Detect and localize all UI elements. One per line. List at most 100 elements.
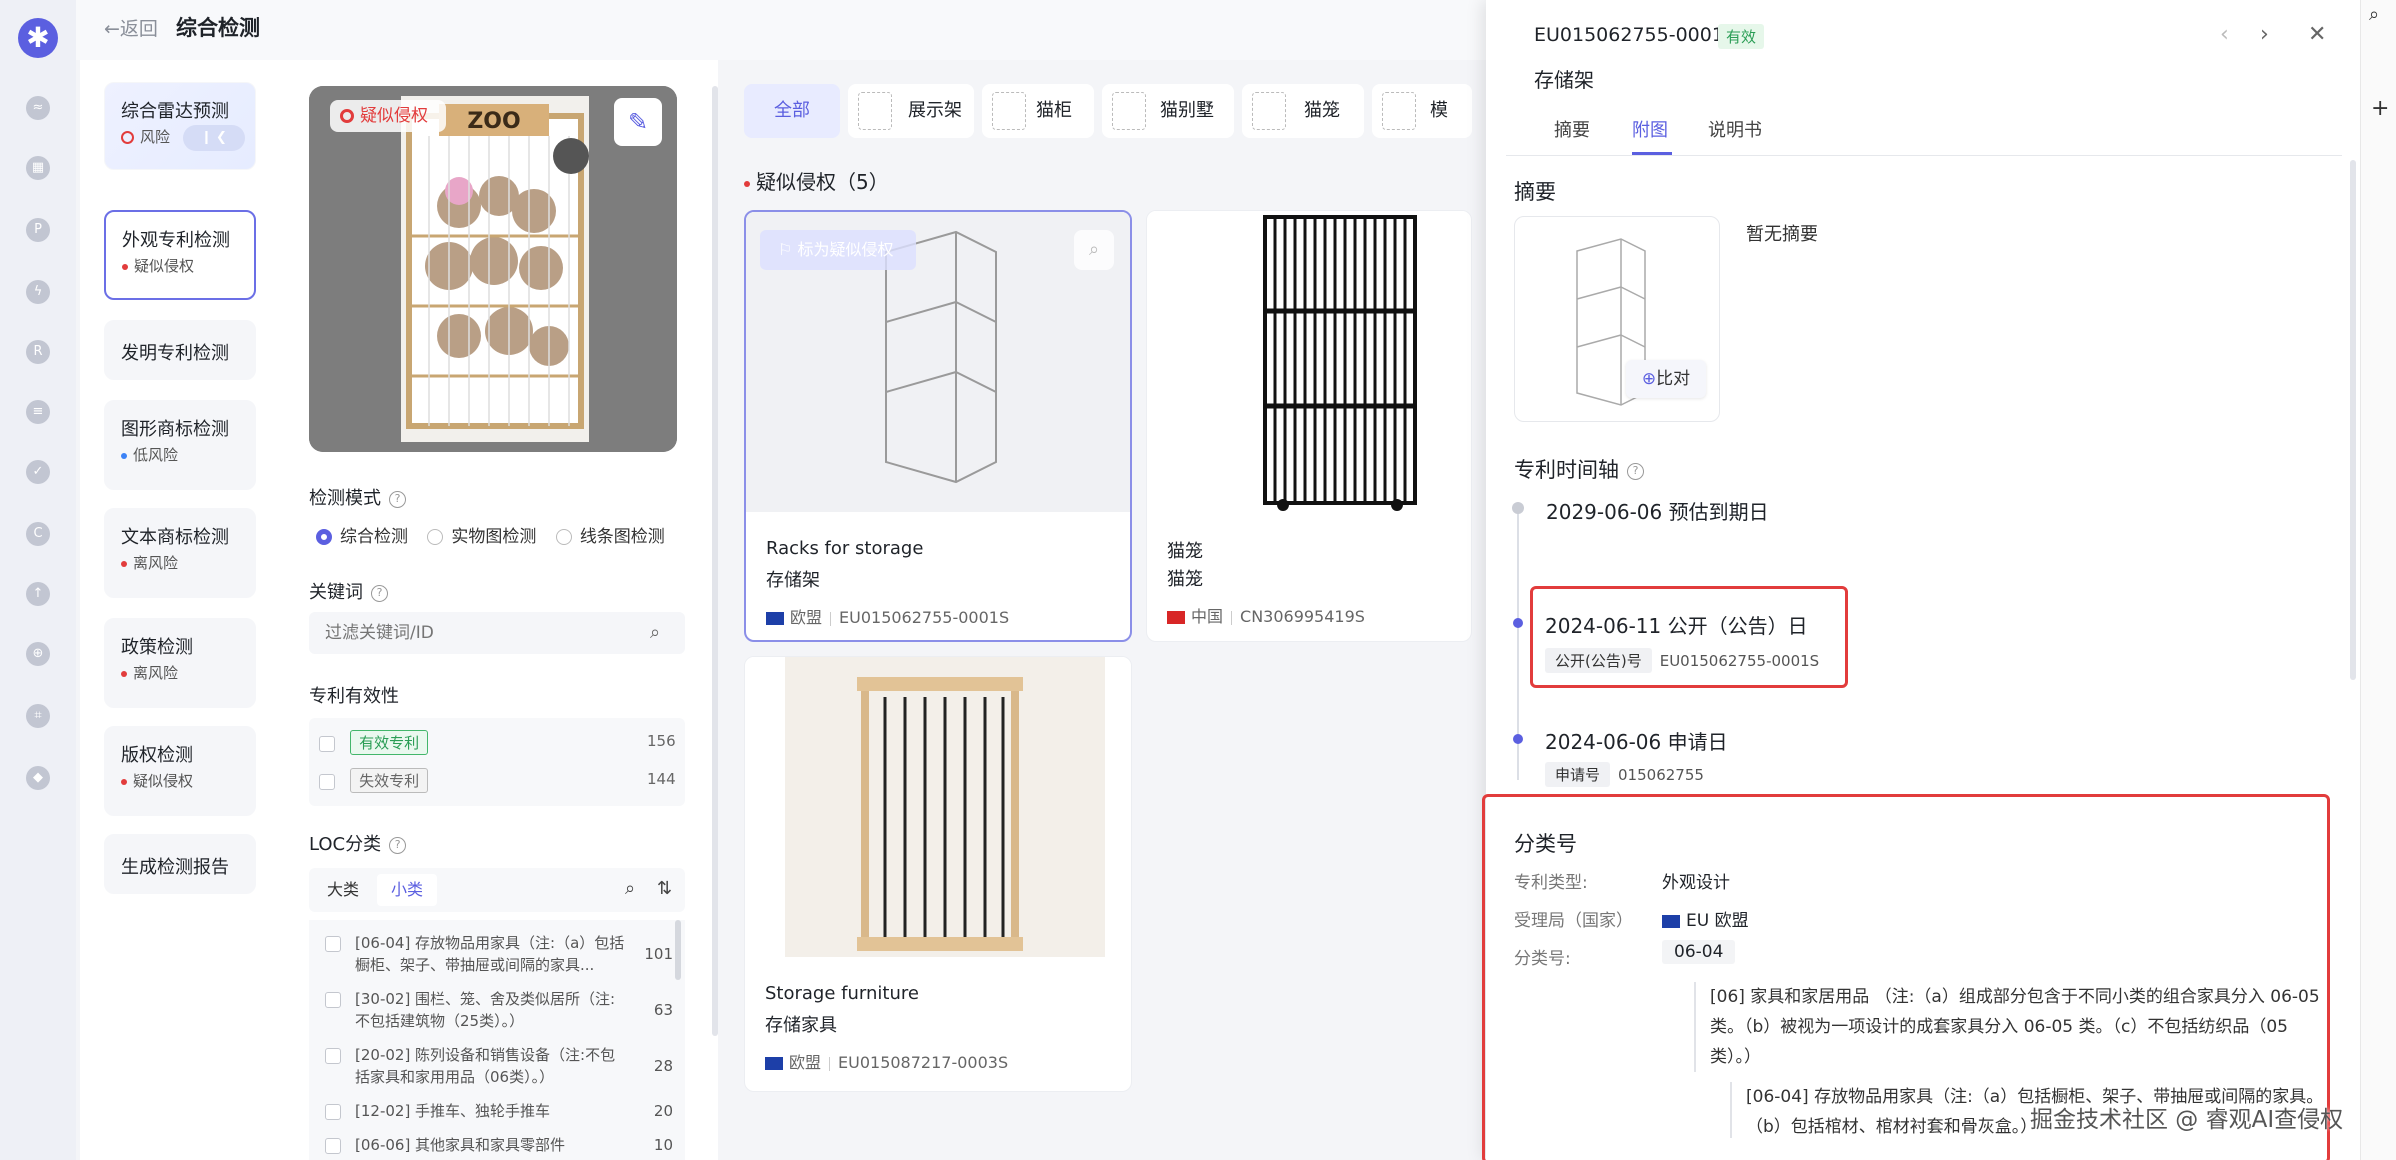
risk-dot <box>121 131 134 144</box>
cls-key: 分类号: <box>1514 949 1571 969</box>
chip-cat-cage[interactable]: 猫笼 <box>1242 84 1364 138</box>
chip-more[interactable]: 模 <box>1372 84 1472 138</box>
help-icon[interactable]: ? <box>1627 462 1644 480</box>
checkbox[interactable] <box>325 1138 341 1154</box>
detection-design-patent[interactable]: 外观专利检测 疑似侵权 <box>104 210 256 300</box>
keyword-search-input[interactable] <box>309 612 685 654</box>
eu-flag-icon <box>766 612 784 625</box>
validity-valid-row[interactable]: 有效专利 <box>319 730 429 755</box>
apps-icon[interactable]: ▦ <box>26 156 50 180</box>
chip-cat-cabinet[interactable]: 猫柜 <box>982 84 1094 138</box>
radio-composite[interactable]: 综合检测 <box>316 527 408 547</box>
checkbox[interactable] <box>325 1104 341 1120</box>
loc-tab-minor[interactable]: 小类 <box>377 874 438 906</box>
detection-invention-patent[interactable]: 发明专利检测 <box>104 320 256 380</box>
detection-policy[interactable]: 政策检测 离风险 <box>104 618 256 708</box>
r-icon[interactable]: R <box>26 340 50 364</box>
result-card-2[interactable]: 猫笼 猫笼 中国 CN306995419S <box>1146 210 1472 642</box>
chip-all[interactable]: 全部 <box>744 84 840 138</box>
help-icon[interactable]: ? <box>389 836 407 854</box>
mode-label: 检测模式? <box>309 484 406 510</box>
card-meta: 欧盟 EU015087217-0003S <box>765 1049 1008 1073</box>
right-edge-panel: ⌕ + <box>2360 0 2396 1160</box>
radio-physical[interactable]: 实物图检测 <box>427 527 536 547</box>
add-icon[interactable]: + <box>2371 96 2389 121</box>
timeline-expiry: 2029-06-06 预估到期日 <box>1546 500 1769 524</box>
timeline-application: 2024-06-06 申请日 <box>1545 730 1728 754</box>
checkbox[interactable] <box>325 936 341 952</box>
search-icon[interactable]: ⌕ <box>650 622 660 643</box>
detection-copyright[interactable]: 版权检测 疑似侵权 <box>104 726 256 816</box>
risk-dot <box>121 778 127 785</box>
filter-scrollbar[interactable] <box>712 86 718 1036</box>
zoo-sign: ZOO <box>467 109 520 134</box>
magic-wand-icon[interactable]: ✎ <box>614 98 662 146</box>
status-badge: 有效 <box>1718 24 1765 49</box>
drawer-scrollbar[interactable] <box>2350 160 2356 680</box>
validity-invalid-row[interactable]: 失效专利 <box>319 768 429 793</box>
timeline-publication: 2024-06-11 公开（公告）日 <box>1545 614 1808 638</box>
cls-code: 06-04 <box>1662 940 1736 964</box>
loc-scrollbar[interactable] <box>675 920 681 980</box>
zoom-icon[interactable]: ⊕ <box>26 642 50 666</box>
next-icon[interactable]: › <box>2260 22 2269 47</box>
upload-icon[interactable]: ↑ <box>26 582 50 606</box>
search-icon[interactable]: ⌕ <box>625 878 635 899</box>
card-title-en: Storage furniture <box>765 983 919 1004</box>
loc-item-text: [12-02] 手推车、独轮手推车 <box>355 1102 551 1120</box>
app-logo-icon[interactable]: ✱ <box>18 18 58 58</box>
page-title: 综合检测 <box>176 16 260 40</box>
detection-name: 图形商标检测 <box>121 419 229 440</box>
mark-suspected-button[interactable]: ⚐ 标为疑似侵权 <box>760 230 916 270</box>
c-icon[interactable]: C <box>26 522 50 546</box>
prev-icon[interactable]: ‹ <box>2220 22 2229 47</box>
loc-item-count: 63 <box>653 1001 673 1019</box>
cls-value: 外观设计 <box>1662 873 1730 893</box>
collapse-toggle-icon[interactable]: ❙ ❮ <box>183 125 245 151</box>
help-icon[interactable]: ? <box>389 490 406 508</box>
checkbox[interactable] <box>319 735 335 752</box>
publication-number: 公开(公告)号 EU015062755-0001S <box>1545 648 1819 673</box>
detection-logo-trademark[interactable]: 图形商标检测 低风险 <box>104 400 256 490</box>
search-icon[interactable]: ⌕ <box>2369 4 2379 25</box>
compare-button[interactable]: ⊕比对 <box>1626 360 1706 398</box>
chip-cat-villa[interactable]: 猫别墅 <box>1102 84 1234 138</box>
card-image <box>745 657 1131 957</box>
checkbox[interactable] <box>325 992 341 1008</box>
sort-icon[interactable]: ⇅ <box>657 878 672 899</box>
back-link[interactable]: ←返回 <box>104 14 158 41</box>
detection-text-trademark[interactable]: 文本商标检测 离风险 <box>104 508 256 598</box>
loc-item-text: [20-02] 陈列设备和销售设备（注:不包括家具和家用用品（06类）。） <box>355 1046 616 1086</box>
checkbox[interactable] <box>319 773 335 790</box>
shield-icon[interactable]: ✓ <box>26 460 50 484</box>
close-icon[interactable]: ✕ <box>2308 22 2326 47</box>
eu-flag-icon <box>765 1057 783 1070</box>
detection-report[interactable]: 生成检测报告 <box>104 834 256 894</box>
cn-flag-icon <box>1167 611 1185 624</box>
risk-dot <box>122 263 128 270</box>
timeline-dot <box>1513 618 1523 628</box>
detection-name: 生成检测报告 <box>121 857 229 878</box>
help-icon[interactable]: ? <box>371 584 388 602</box>
bolt-icon[interactable]: ϟ <box>26 280 50 304</box>
card-image <box>1147 211 1471 511</box>
application-number: 申请号 015062755 <box>1545 762 1704 787</box>
zoom-icon[interactable]: ⌕ <box>1074 230 1114 270</box>
tag-icon[interactable]: ◆ <box>26 766 50 790</box>
chip-display-rack[interactable]: 展示架 <box>848 84 974 138</box>
checkbox[interactable] <box>325 1048 341 1064</box>
trend-icon[interactable]: ≈ <box>26 96 50 120</box>
result-card-3[interactable]: Storage furniture 存储家具 欧盟 EU015087217-000… <box>744 656 1132 1092</box>
detection-radar-prediction[interactable]: 综合雷达预测 风险 ❙ ❮ <box>104 82 256 170</box>
radio-line[interactable]: 线条图检测 <box>555 527 665 547</box>
loc-tab-major[interactable]: 大类 <box>313 874 373 906</box>
scan-icon[interactable]: ⌗ <box>26 704 50 728</box>
mode-radio-group: 综合检测 实物图检测 线条图检测 <box>316 522 665 547</box>
p-icon[interactable]: P <box>26 218 50 242</box>
tab-specification[interactable]: 说明书 <box>1708 116 1762 142</box>
tab-drawings[interactable]: 附图 <box>1632 116 1668 142</box>
result-card-1[interactable]: ⚐ 标为疑似侵权 ⌕ Racks for storage 存储架 欧盟 EU015… <box>744 210 1132 642</box>
doc-icon[interactable]: ≡ <box>26 400 50 424</box>
drawer-tabs: 摘要 附图 说明书 <box>1506 106 2342 156</box>
tab-abstract[interactable]: 摘要 <box>1554 116 1590 142</box>
